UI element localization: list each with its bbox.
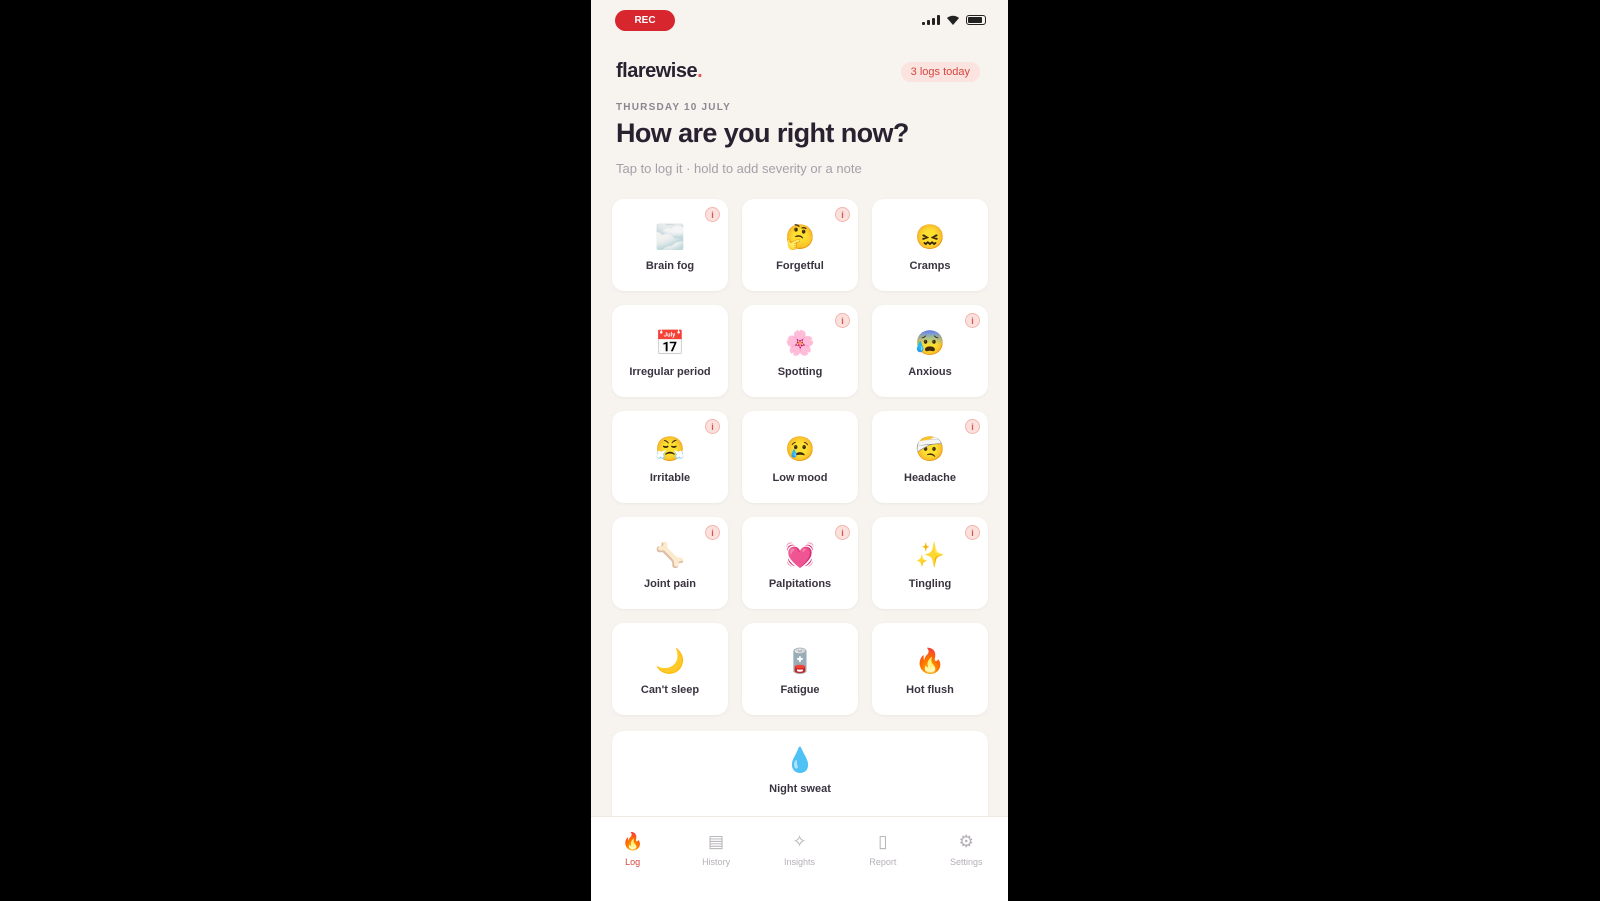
symptom-label: Low mood (772, 472, 828, 484)
moon-icon: 🌙 (655, 648, 685, 675)
irritable-face-icon: 😤 (655, 436, 685, 463)
symptom-grid: i 🌫️ Brain fog i 🤔 Forgetful 😖 Cramps 📅 … (612, 199, 989, 715)
brand-dot: . (697, 60, 703, 82)
tab-label: Settings (949, 857, 983, 867)
date-label: THURSDAY 10 JULY (616, 102, 731, 113)
app-logo: flarewise. (616, 60, 703, 83)
symptom-card-brain-fog[interactable]: i 🌫️ Brain fog (612, 199, 728, 291)
headache-face-icon: 🤕 (915, 436, 945, 463)
cramps-face-icon: 😖 (915, 224, 945, 251)
thinking-face-icon: 🤔 (785, 224, 815, 251)
tab-settings[interactable]: ⚙ Settings (931, 831, 1001, 901)
symptom-card-palpitations[interactable]: i 💓 Palpitations (742, 517, 858, 609)
info-icon[interactable]: i (965, 525, 980, 540)
info-icon[interactable]: i (835, 525, 850, 540)
flower-icon: 🌸 (785, 330, 815, 357)
symptom-card-anxious[interactable]: i 😰 Anxious (872, 305, 988, 397)
sparkles-icon: ✨ (915, 542, 945, 569)
flame-icon: 🔥 (622, 832, 644, 851)
symptom-card-hot-flush[interactable]: 🔥 Hot flush (872, 623, 988, 715)
symptom-card-cramps[interactable]: 😖 Cramps (872, 199, 988, 291)
page-title: How are you right now? (616, 118, 909, 148)
symptom-label: Headache (904, 472, 956, 484)
symptom-label: Forgetful (776, 260, 824, 272)
bone-icon: 🦴 (655, 542, 685, 569)
low-battery-icon: 🪫 (785, 648, 815, 675)
symptom-label: Tingling (908, 578, 952, 590)
info-icon[interactable]: i (835, 313, 850, 328)
symptom-label: Fatigue (780, 684, 820, 696)
symptom-card-forgetful[interactable]: i 🤔 Forgetful (742, 199, 858, 291)
brand-name: flarewise (616, 60, 698, 82)
phone-screen: REC flarewise. 3 logs today THURSDAY 10 … (591, 0, 1008, 901)
droplet-icon: 💧 (785, 747, 815, 774)
tab-insights[interactable]: ✧ Insights (764, 831, 834, 901)
symptom-card-joint-pain[interactable]: i 🦴 Joint pain (612, 517, 728, 609)
tab-report[interactable]: ▯ Report (848, 831, 918, 901)
info-icon[interactable]: i (965, 313, 980, 328)
wifi-icon (947, 15, 959, 25)
document-icon: ▯ (878, 832, 888, 851)
symptom-label: Palpitations (768, 578, 832, 590)
symptom-label: Cramps (909, 260, 951, 272)
calendar-icon: 📅 (655, 330, 685, 357)
info-icon[interactable]: i (705, 419, 720, 434)
tab-label: Report (869, 857, 897, 867)
history-icon: ▤ (708, 832, 725, 851)
tab-log[interactable]: 🔥 Log (598, 831, 668, 901)
battery-icon (966, 15, 986, 25)
symptom-label: Hot flush (906, 684, 954, 696)
status-icons (922, 15, 986, 25)
symptom-card-tingling[interactable]: i ✨ Tingling (872, 517, 988, 609)
symptom-card-cant-sleep[interactable]: 🌙 Can't sleep (612, 623, 728, 715)
anxious-face-icon: 😰 (915, 330, 945, 357)
symptom-label: Brain fog (645, 260, 695, 272)
tab-label: Insights (783, 857, 815, 867)
info-icon[interactable]: i (835, 207, 850, 222)
status-bar: REC (591, 0, 1008, 40)
signal-icon (922, 15, 940, 25)
fire-icon: 🔥 (915, 648, 945, 675)
symptom-card-spotting[interactable]: i 🌸 Spotting (742, 305, 858, 397)
symptom-card-headache[interactable]: i 🤕 Headache (872, 411, 988, 503)
crying-face-icon: 😢 (785, 436, 815, 463)
symptom-label: Can't sleep (640, 684, 700, 696)
symptom-label: Irregular period (629, 366, 711, 378)
insights-icon: ✧ (792, 832, 807, 851)
symptom-card-fatigue[interactable]: 🪫 Fatigue (742, 623, 858, 715)
info-icon[interactable]: i (965, 419, 980, 434)
tab-label: History (702, 857, 731, 867)
symptom-card-irregular-period[interactable]: 📅 Irregular period (612, 305, 728, 397)
symptom-label: Spotting (777, 366, 823, 378)
symptom-label: Anxious (908, 366, 952, 378)
symptom-label: Irritable (649, 472, 691, 484)
symptom-card-irritable[interactable]: i 😤 Irritable (612, 411, 728, 503)
symptom-label: Joint pain (644, 578, 696, 590)
tab-history[interactable]: ▤ History (681, 831, 751, 901)
symptom-card-low-mood[interactable]: 😢 Low mood (742, 411, 858, 503)
gear-icon: ⚙ (958, 832, 974, 851)
page-subtitle: Tap to log it · hold to add severity or … (616, 161, 862, 176)
brain-fog-icon: 🌫️ (655, 224, 685, 251)
recording-indicator[interactable]: REC (615, 10, 675, 31)
info-icon[interactable]: i (705, 207, 720, 222)
info-icon[interactable]: i (705, 525, 720, 540)
tab-label: Log (625, 857, 641, 867)
symptom-label: Night sweat (769, 783, 831, 795)
heart-icon: 💓 (785, 542, 815, 569)
bottom-tab-bar: 🔥 Log ▤ History ✧ Insights ▯ Report ⚙ Se… (591, 816, 1008, 901)
logs-today-badge[interactable]: 3 logs today (900, 62, 980, 82)
